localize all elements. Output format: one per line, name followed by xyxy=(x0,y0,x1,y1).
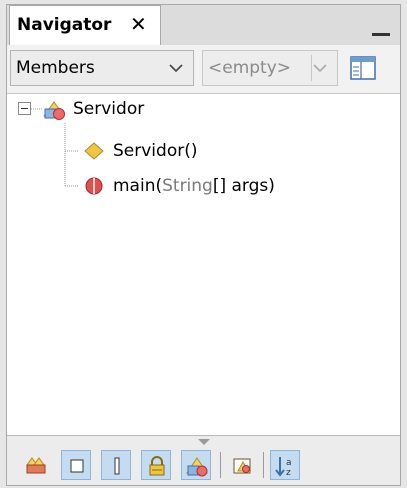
class-label: Servidor xyxy=(73,99,145,119)
toolbar-divider xyxy=(220,452,221,478)
method-icon xyxy=(85,177,103,195)
close-icon[interactable]: ✕ xyxy=(130,11,147,37)
tree-node-class[interactable]: Servidor xyxy=(43,96,144,122)
secondary-select[interactable]: <empty> xyxy=(202,50,338,86)
sort-az-button[interactable]: a z xyxy=(270,450,300,480)
class-icon xyxy=(43,101,65,120)
resize-grip-icon[interactable] xyxy=(197,438,211,446)
method-param-suffix: [] args) xyxy=(212,176,275,196)
constructor-name: Servidor xyxy=(113,141,185,161)
fqn-button[interactable] xyxy=(227,450,257,480)
filter-toolbar: a z xyxy=(7,435,400,485)
tree-node-method[interactable]: main(String[] args) xyxy=(83,173,275,199)
tab-navigator[interactable]: Navigator ✕ xyxy=(9,5,161,45)
minimize-button[interactable] xyxy=(370,11,392,37)
chevron-down-icon xyxy=(313,64,327,73)
constructor-icon xyxy=(84,142,104,160)
constructor-params: () xyxy=(184,141,198,161)
class-members-toggle-icon xyxy=(186,457,208,477)
fields-toggle-icon xyxy=(70,459,84,473)
collapse-toggle[interactable] xyxy=(18,102,31,115)
svg-text:z: z xyxy=(286,468,291,478)
navigator-panel: Navigator ✕ Members <empty> Servidor Ser… xyxy=(6,4,401,486)
toolbar-divider xyxy=(263,452,264,478)
method-param-type: String xyxy=(162,176,213,196)
fields-toggle-button[interactable] xyxy=(61,450,91,480)
view-mode-value: Members xyxy=(16,58,95,78)
fqn-icon xyxy=(233,458,251,474)
secondary-value: <empty> xyxy=(208,58,292,78)
inherited-members-button[interactable] xyxy=(21,450,51,480)
sort-az-icon: a z xyxy=(275,457,292,478)
non-public-toggle-button[interactable] xyxy=(141,450,171,480)
static-toggle-button[interactable] xyxy=(101,450,131,480)
layout-icon[interactable] xyxy=(347,52,379,84)
inherited-members-icon xyxy=(26,457,46,474)
method-name: main( xyxy=(113,176,163,196)
static-toggle-icon xyxy=(114,457,120,475)
tree-node-constructor[interactable]: Servidor() xyxy=(83,138,197,164)
filter-bar: Members <empty> xyxy=(7,45,400,94)
members-tree: Servidor Servidor() main(String[] args) xyxy=(7,94,400,429)
svg-text:a: a xyxy=(286,458,292,468)
view-mode-select[interactable]: Members xyxy=(10,50,194,86)
lock-icon xyxy=(149,456,165,476)
tab-title: Navigator xyxy=(17,15,112,35)
tab-bar: Navigator ✕ xyxy=(7,5,400,45)
class-members-toggle-button[interactable] xyxy=(181,450,211,480)
chevron-down-icon xyxy=(169,64,183,73)
